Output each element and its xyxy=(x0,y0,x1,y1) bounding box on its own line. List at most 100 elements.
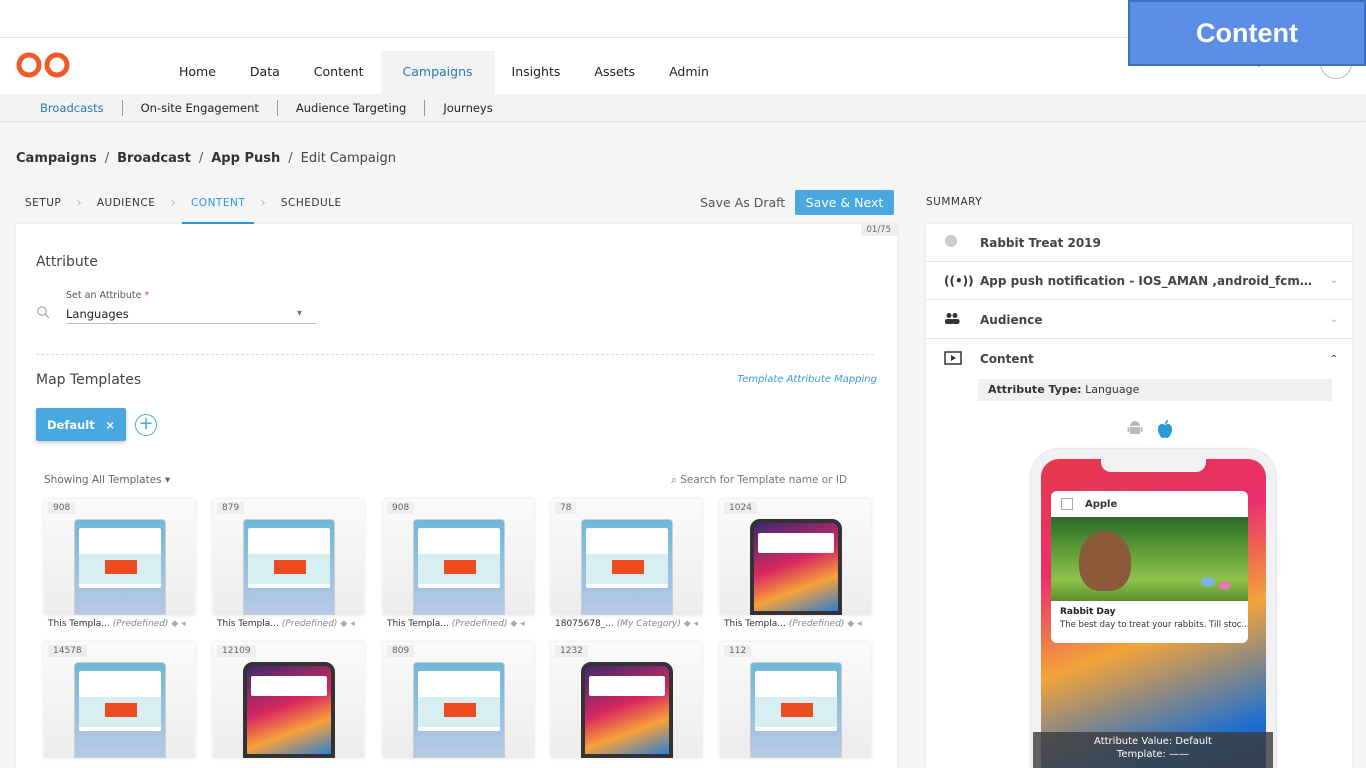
notification-app-name: Apple xyxy=(1085,498,1118,510)
breadcrumb-app-push[interactable]: App Push xyxy=(211,151,280,166)
phone-preview: Apple Rabbit Day The best day to treat y… xyxy=(1031,449,1276,768)
content-banner: Content xyxy=(1128,0,1366,66)
chevron-down-icon[interactable]: ⌄ xyxy=(1316,275,1352,286)
chevron-right-icon: › xyxy=(170,195,176,211)
template-preview xyxy=(581,662,673,758)
summary-content-label: Content xyxy=(980,352,1034,366)
template-preview xyxy=(750,519,842,615)
template-action-icons[interactable]: ◆ ◂ xyxy=(171,619,185,629)
template-card[interactable]: 908 xyxy=(44,499,195,615)
brand-logo-icon[interactable] xyxy=(14,51,74,79)
template-usage-count: 1232 xyxy=(555,645,588,657)
template-preview xyxy=(74,519,166,615)
template-name: This Templa... xyxy=(217,619,279,629)
template-usage-count: 14578 xyxy=(48,645,87,657)
summary-channel-row[interactable]: ((•)) App push notification - IOS_AMAN ,… xyxy=(926,262,1352,300)
template-usage-count: 12109 xyxy=(217,645,256,657)
template-card[interactable]: 809 xyxy=(383,642,534,758)
template-card[interactable]: 14578 xyxy=(44,642,195,758)
template-caption: This Templa... (Predefined) ◆ ◂ xyxy=(48,619,186,629)
template-action-icons[interactable]: ◆ ◂ xyxy=(340,619,354,629)
breadcrumb-current: Edit Campaign xyxy=(300,151,396,166)
template-caption: 18075678_... (My Category) ◆ ◂ xyxy=(555,619,698,629)
step-audience[interactable]: AUDIENCE xyxy=(88,190,165,224)
content-editor-panel: 01/75 Attribute Set an Attribute * Langu… xyxy=(16,224,897,768)
template-offer-tag xyxy=(781,703,813,717)
nav-insights[interactable]: Insights xyxy=(495,51,578,94)
template-name: 18075678_... xyxy=(555,619,614,629)
save-as-draft-button[interactable]: Save As Draft xyxy=(700,191,785,215)
subnav-broadcasts[interactable]: Broadcasts xyxy=(22,99,123,116)
attribute-value-bar: Attribute Value: Default Template: —— xyxy=(1033,732,1273,768)
summary-audience-label: Audience xyxy=(980,312,1043,327)
nav-campaigns[interactable]: Campaigns xyxy=(380,51,495,94)
chevron-up-icon[interactable]: ⌃ xyxy=(1316,354,1352,365)
step-schedule[interactable]: SCHEDULE xyxy=(272,190,351,224)
template-card[interactable]: 112 xyxy=(720,642,871,758)
template-card[interactable]: 12109 xyxy=(213,642,364,758)
template-filter-dropdown[interactable]: Showing All Templates ▾ xyxy=(44,474,170,486)
template-card[interactable]: 78 xyxy=(551,499,702,615)
step-setup[interactable]: SETUP xyxy=(25,190,70,224)
attribute-field-label: Set an Attribute * xyxy=(66,290,150,301)
attribute-section-title: Attribute xyxy=(36,254,98,270)
template-offer-tag xyxy=(105,703,137,717)
template-category: (Predefined) xyxy=(451,619,508,629)
template-action-icons[interactable]: ◆ ◂ xyxy=(847,619,861,629)
chevron-down-icon[interactable]: ⌄ xyxy=(1316,314,1352,325)
breadcrumb-separator: / xyxy=(104,151,110,166)
step-content[interactable]: CONTENT xyxy=(181,190,255,224)
chevron-right-icon: › xyxy=(76,195,82,211)
template-card[interactable]: 1232 xyxy=(551,642,702,758)
template-offer-tag xyxy=(444,703,476,717)
apple-icon[interactable] xyxy=(1156,419,1174,444)
default-tab[interactable]: Default × xyxy=(36,408,126,441)
template-usage-count: 879 xyxy=(217,502,245,514)
template-offer-tag xyxy=(274,560,306,574)
android-icon[interactable] xyxy=(1126,419,1144,444)
template-preview xyxy=(243,519,335,615)
template-attribute-mapping-link[interactable]: Template Attribute Mapping xyxy=(737,374,877,385)
notification-image xyxy=(1051,517,1248,601)
template-preview xyxy=(243,662,335,758)
template-usage-count: 78 xyxy=(555,502,577,514)
breadcrumb: Campaigns / Broadcast / App Push / Edit … xyxy=(16,151,396,166)
template-caption: This Templa... (Predefined) ◆ ◂ xyxy=(387,619,525,629)
save-next-button[interactable]: Save & Next xyxy=(795,190,894,215)
chevron-right-icon: › xyxy=(260,195,266,211)
nav-admin[interactable]: Admin xyxy=(652,51,726,94)
default-tab-label: Default xyxy=(47,417,95,432)
template-action-icons[interactable]: ◆ ◂ xyxy=(510,619,524,629)
breadcrumb-campaigns[interactable]: Campaigns xyxy=(16,151,97,166)
subnav-onsite-engagement[interactable]: On-site Engagement xyxy=(123,99,278,116)
summary-audience-row[interactable]: Audience ⌄ xyxy=(926,301,1352,339)
summary-content-row[interactable]: Content ⌃ xyxy=(926,340,1352,378)
nav-assets[interactable]: Assets xyxy=(577,51,652,94)
notification-title: Rabbit Day xyxy=(1060,607,1116,617)
phone-notch xyxy=(1101,458,1206,472)
template-card[interactable]: 1024 xyxy=(720,499,871,615)
subnav-audience-targeting[interactable]: Audience Targeting xyxy=(278,99,426,116)
search-icon xyxy=(36,305,66,323)
attribute-select[interactable]: Languages ▾ xyxy=(66,304,316,324)
template-search-input[interactable]: ⌕ Search for Template name or ID xyxy=(671,474,847,487)
subnav-journeys[interactable]: Journeys xyxy=(425,100,510,116)
template-action-icons[interactable]: ◆ ◂ xyxy=(684,619,698,629)
template-offer-tag xyxy=(444,560,476,574)
template-card[interactable]: 879 xyxy=(213,499,364,615)
nav-content[interactable]: Content xyxy=(297,51,381,94)
template-notification xyxy=(589,676,665,696)
template-counter: 01/75 xyxy=(860,224,897,236)
rabbit-image xyxy=(1079,531,1131,591)
add-tab-button[interactable]: + xyxy=(135,414,157,436)
template-caption: This Templa... (Predefined) ◆ ◂ xyxy=(724,619,862,629)
nav-home[interactable]: Home xyxy=(162,51,233,94)
template-card[interactable]: 908 xyxy=(383,499,534,615)
os-switcher xyxy=(1126,419,1174,444)
template-preview xyxy=(581,519,673,615)
close-icon[interactable]: × xyxy=(105,418,115,432)
nav-data[interactable]: Data xyxy=(233,51,297,94)
attribute-select-field: Set an Attribute * Languages ▾ xyxy=(36,290,316,324)
breadcrumb-broadcast[interactable]: Broadcast xyxy=(117,151,191,166)
summary-campaign-row: Rabbit Treat 2019 xyxy=(926,224,1352,262)
